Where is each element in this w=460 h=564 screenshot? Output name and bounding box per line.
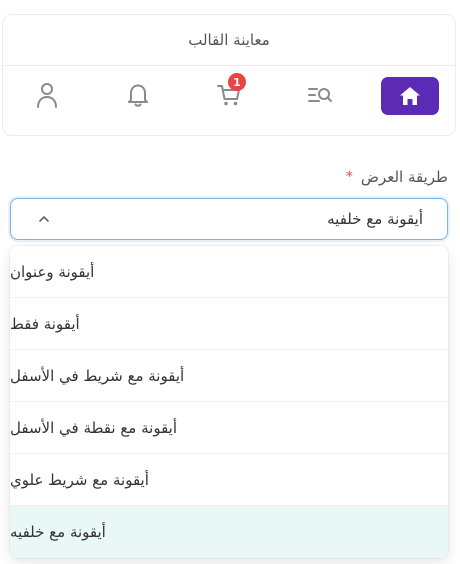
required-mark: * bbox=[345, 169, 353, 185]
preview-title: معاينة القالب bbox=[188, 31, 270, 49]
display-mode-dropdown: أيقونة وعنوان أيقونة فقط أيقونة مع شريط … bbox=[10, 246, 448, 558]
nav-search-list-button[interactable] bbox=[305, 80, 335, 110]
search-list-icon bbox=[308, 88, 332, 102]
dropdown-option-icon-and-title[interactable]: أيقونة وعنوان bbox=[10, 246, 448, 298]
home-icon bbox=[400, 87, 420, 105]
dropdown-option-icon-with-background[interactable]: أيقونة مع خلفيه bbox=[10, 506, 448, 558]
divider bbox=[3, 65, 455, 66]
template-preview-card: معاينة القالب bbox=[2, 14, 456, 136]
bell-icon bbox=[128, 84, 148, 107]
nav-user-button[interactable] bbox=[32, 80, 62, 110]
display-mode-label: طريقة العرض * bbox=[346, 166, 448, 188]
display-mode-label-text: طريقة العرض bbox=[360, 168, 448, 186]
dropdown-option-icon-bottom-bar[interactable]: أيقونة مع شريط في الأسفل bbox=[10, 350, 448, 402]
display-mode-select[interactable]: أيقونة مع خلفيه bbox=[10, 198, 448, 240]
nav-home-button[interactable] bbox=[381, 77, 439, 115]
chevron-up-icon bbox=[39, 216, 49, 222]
user-icon bbox=[37, 83, 57, 108]
nav-bell-button[interactable] bbox=[123, 80, 153, 110]
dropdown-option-icon-only[interactable]: أيقونة فقط bbox=[10, 298, 448, 350]
display-mode-selected-value: أيقونة مع خلفيه bbox=[327, 210, 423, 228]
dropdown-option-icon-bottom-dot[interactable]: أيقونة مع نقطة في الأسفل bbox=[10, 402, 448, 454]
dropdown-option-icon-top-bar[interactable]: أيقونة مع شريط علوي bbox=[10, 454, 448, 506]
cart-badge: 1 bbox=[228, 73, 246, 91]
page: معاينة القالب 1 طريقة العرض * أيقونة مع … bbox=[0, 0, 460, 564]
